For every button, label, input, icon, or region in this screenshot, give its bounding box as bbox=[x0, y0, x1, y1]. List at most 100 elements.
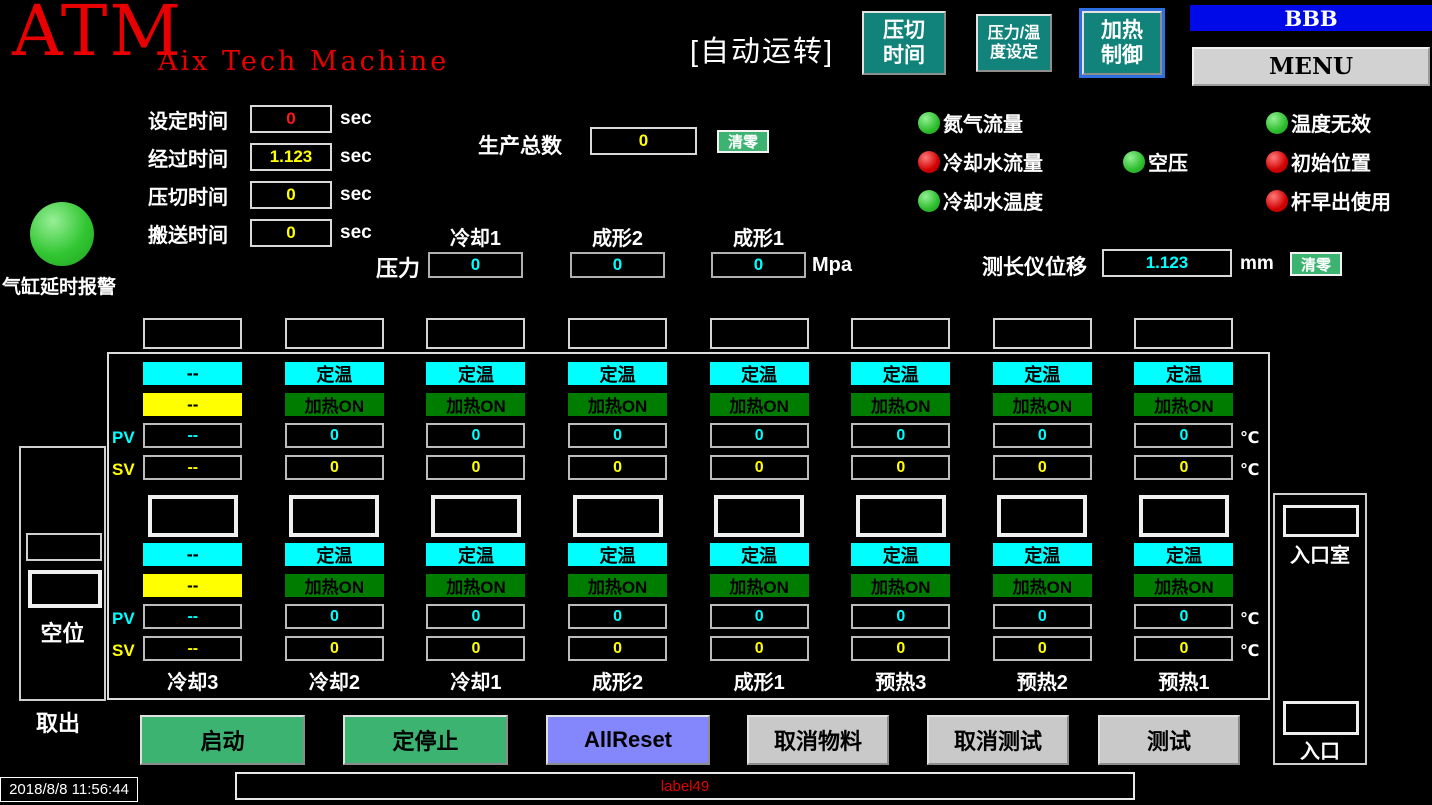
stop-button[interactable]: 定停止 bbox=[343, 715, 508, 765]
sv-value-box: 0 bbox=[710, 636, 809, 661]
menu-button[interactable]: MENU bbox=[1192, 47, 1430, 86]
sv-value: -- bbox=[187, 640, 198, 658]
pressure-channel-name: 成形2 bbox=[570, 222, 665, 252]
sv-value-box: 0 bbox=[851, 636, 950, 661]
temp-grid-upper-group: --------定温加热ON00定温加热ON00定温加热ON00定温加热ON00… bbox=[122, 362, 1255, 480]
length-gauge-clear-button[interactable]: 清零 bbox=[1290, 252, 1342, 276]
length-gauge-value-box: 1.123 bbox=[1102, 249, 1232, 277]
carrier-slot-box bbox=[426, 318, 525, 349]
production-clear-button[interactable]: 清零 bbox=[717, 130, 769, 153]
temp-controller-cell: 定温加热ON00 bbox=[426, 362, 525, 480]
heater-value: 加热ON bbox=[446, 573, 506, 598]
red-lamp-icon bbox=[1266, 151, 1288, 173]
cooling-water-temp-indicator: 冷却水温度 bbox=[918, 181, 1043, 220]
status-bar: label49 bbox=[235, 772, 1135, 800]
heater-status: 加热ON bbox=[426, 393, 525, 416]
sv-value-box: 0 bbox=[1134, 636, 1233, 661]
heater-status: -- bbox=[143, 574, 242, 597]
indicator-label: 冷却水温度 bbox=[943, 186, 1043, 215]
pv-value-box: 0 bbox=[1134, 604, 1233, 629]
red-lamp-icon bbox=[918, 151, 940, 173]
station-slot-box bbox=[289, 495, 379, 537]
mode-value: 定温 bbox=[316, 361, 352, 387]
timer-value: 1.123 bbox=[270, 147, 313, 167]
pv-value-box: 0 bbox=[851, 423, 950, 448]
pv-value-box: 0 bbox=[285, 423, 384, 448]
pv-value-box: 0 bbox=[568, 423, 667, 448]
celsius-unit: ℃ bbox=[1240, 641, 1259, 661]
mode-value: -- bbox=[187, 363, 199, 384]
heater-value: 加热ON bbox=[588, 573, 648, 598]
temp-controller-cell: -------- bbox=[143, 543, 242, 661]
mode-value: 定温 bbox=[741, 361, 777, 387]
pv-value: -- bbox=[187, 608, 198, 626]
indicator-label: 杆早出使用 bbox=[1291, 186, 1391, 215]
sv-value: 0 bbox=[1038, 640, 1047, 658]
mode-display: 定温 bbox=[851, 362, 950, 385]
pressure-value-box: 0 bbox=[711, 252, 806, 278]
temp-controller-cell: 定温加热ON00 bbox=[993, 362, 1092, 480]
green-lamp-icon bbox=[918, 190, 940, 212]
mode-display: 定温 bbox=[568, 543, 667, 566]
sv-value-box: 0 bbox=[285, 455, 384, 480]
heater-status: 加热ON bbox=[426, 574, 525, 597]
cancel-test-button[interactable]: 取消测试 bbox=[927, 715, 1069, 765]
sv-value: 0 bbox=[330, 459, 339, 477]
pv-value-box: 0 bbox=[426, 423, 525, 448]
heating-control-button[interactable]: 加热 制御 bbox=[1082, 11, 1162, 75]
sv-value-box: 0 bbox=[568, 455, 667, 480]
press-cut-time-button[interactable]: 压切 时间 bbox=[862, 11, 946, 75]
heater-value: 加热ON bbox=[871, 392, 931, 417]
pressure-unit: Mpa bbox=[812, 254, 852, 277]
nav-button-line: 时间 bbox=[883, 43, 925, 68]
mode-value: 定温 bbox=[883, 361, 919, 387]
mode-display: 定温 bbox=[568, 362, 667, 385]
sv-value: 0 bbox=[1180, 459, 1189, 477]
pv-value: 0 bbox=[472, 427, 481, 445]
pressure-channel: 成形20 bbox=[570, 222, 665, 278]
pressure-value-box: 0 bbox=[570, 252, 665, 278]
cancel-material-button[interactable]: 取消物料 bbox=[747, 715, 889, 765]
station-label: 预热1 bbox=[1158, 666, 1209, 695]
test-button[interactable]: 测试 bbox=[1098, 715, 1240, 765]
pv-value-box: 0 bbox=[285, 604, 384, 629]
rod-early-out-indicator: 杆早出使用 bbox=[1266, 181, 1391, 220]
heater-value: 加热ON bbox=[729, 573, 789, 598]
operation-mode-title: [自动运转] bbox=[690, 28, 834, 70]
station-slot-box bbox=[573, 495, 663, 537]
mode-display: 定温 bbox=[993, 362, 1092, 385]
pv-value: -- bbox=[187, 427, 198, 445]
title-banner: BBB bbox=[1190, 5, 1432, 31]
sv-value: 0 bbox=[1180, 640, 1189, 658]
all-reset-button[interactable]: AllReset bbox=[546, 715, 710, 765]
timer-value-box: 0 bbox=[250, 181, 332, 209]
pv-value-box: 0 bbox=[426, 604, 525, 629]
heater-value: 加热ON bbox=[1013, 573, 1073, 598]
carrier-slot-box bbox=[710, 318, 809, 349]
logo-subtitle: Aix Tech Machine bbox=[158, 46, 449, 77]
pressure-temp-setting-button[interactable]: 压力/温 度设定 bbox=[976, 14, 1052, 72]
timer-label: 压切时间 bbox=[148, 181, 250, 210]
mode-value: 定温 bbox=[883, 542, 919, 568]
entry-slot-box bbox=[1283, 701, 1359, 735]
pv-value: 0 bbox=[755, 427, 764, 445]
indicator-label: 温度无效 bbox=[1291, 108, 1371, 137]
entry-chamber-slot-box bbox=[1283, 505, 1359, 537]
station-label: 预热2 bbox=[1017, 666, 1068, 695]
mode-display: 定温 bbox=[426, 543, 525, 566]
entry-chamber-label: 入口室 bbox=[1275, 539, 1365, 568]
start-button[interactable]: 启动 bbox=[140, 715, 305, 765]
sv-value: 0 bbox=[472, 640, 481, 658]
temp-controller-cell: 定温加热ON 0 0 bbox=[426, 543, 525, 661]
temp-invalid-indicator: 温度无效 bbox=[1266, 103, 1391, 142]
green-lamp-icon bbox=[1266, 112, 1288, 134]
heater-status: 加热ON bbox=[993, 574, 1092, 597]
temp-grid-lower-group: --------定温加热ON00定温加热ON00定温加热ON00定温加热ON00… bbox=[122, 543, 1255, 661]
sv-value: 0 bbox=[896, 640, 905, 658]
pv-value: 0 bbox=[330, 608, 339, 626]
celsius-unit: ℃ bbox=[1240, 428, 1259, 448]
mode-value: 定温 bbox=[1166, 361, 1202, 387]
production-total-label: 生产总数 bbox=[478, 130, 562, 160]
pv-value-box: 0 bbox=[851, 604, 950, 629]
indicator-column-middle: 空压 bbox=[1123, 142, 1188, 181]
